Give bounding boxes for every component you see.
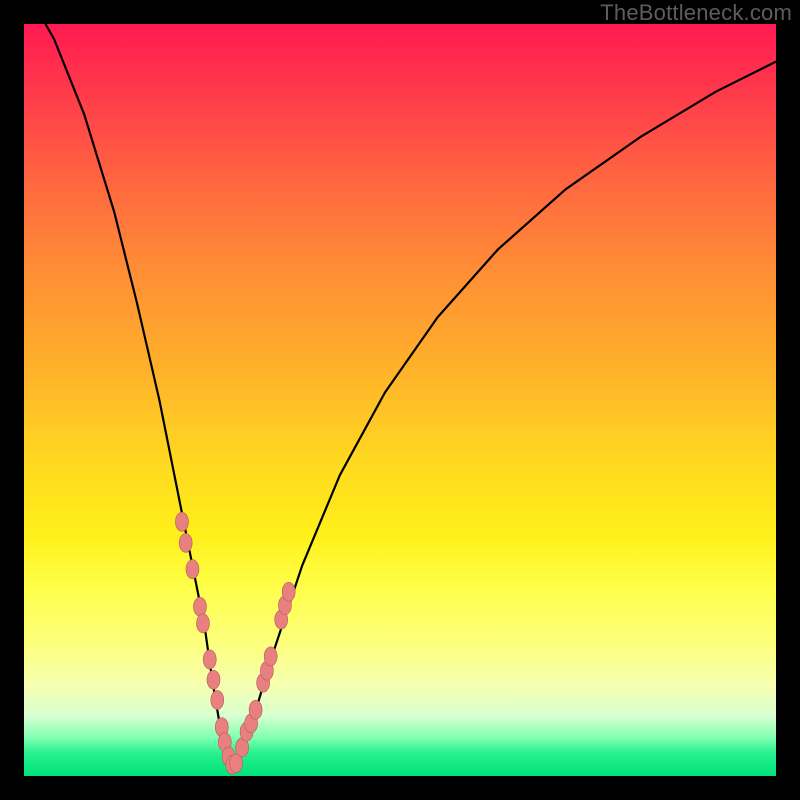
bottleneck-curve [24, 0, 776, 768]
marker [186, 560, 199, 579]
chart-frame: TheBottleneck.com [0, 0, 800, 800]
marker [179, 533, 192, 552]
marker [282, 582, 295, 601]
marker [249, 700, 262, 719]
marker [196, 614, 209, 633]
marker [264, 647, 277, 666]
marker [203, 650, 216, 669]
marker [207, 670, 220, 689]
marker [211, 691, 224, 710]
marker [193, 597, 206, 616]
chart-svg [24, 24, 776, 776]
watermark-text: TheBottleneck.com [600, 0, 792, 26]
plot-area [24, 24, 776, 776]
marker [175, 512, 188, 531]
